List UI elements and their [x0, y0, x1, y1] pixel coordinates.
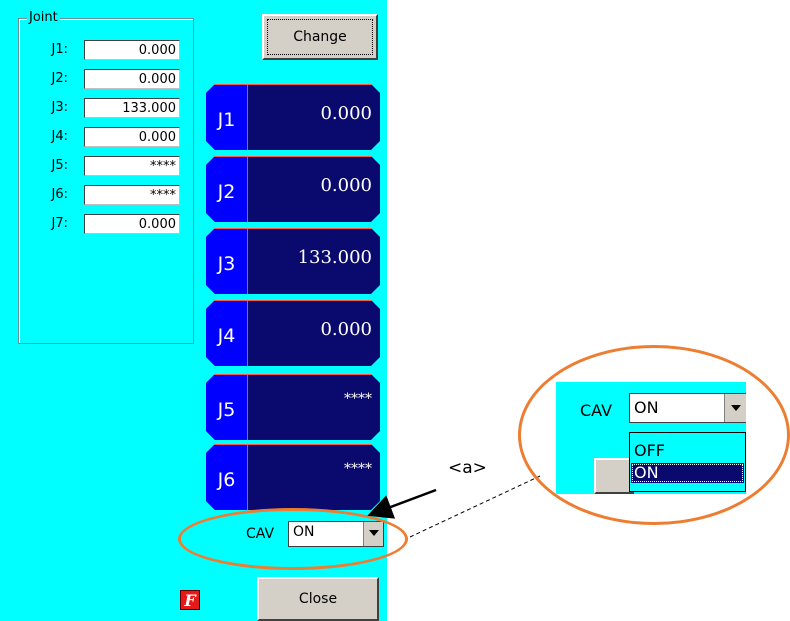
cav-zoom-view: CAV ON OFF ON [556, 382, 746, 494]
change-button[interactable]: Change [262, 14, 378, 60]
joint-button-tag: J5 [206, 375, 248, 440]
joint-row-j6: J6: **** [30, 185, 180, 207]
close-button[interactable]: Close [257, 577, 379, 621]
joint-row-label: J2: [51, 71, 69, 86]
joint-button-tag: J1 [206, 85, 248, 150]
joint-row-j2: J2: 0.000 [30, 69, 180, 91]
joint-button-j1[interactable]: J1 0.000 [206, 84, 380, 150]
joint-row-value[interactable]: **** [84, 185, 180, 205]
joint-button-value: **** [344, 391, 372, 407]
joint-button-j2[interactable]: J2 0.000 [206, 156, 380, 222]
cav-option-off[interactable]: OFF [631, 441, 744, 461]
joint-group-title: Joint [27, 10, 60, 26]
joint-row-value[interactable]: 0.000 [84, 40, 180, 60]
joint-button-value: 0.000 [320, 103, 372, 124]
joint-row-value[interactable]: **** [84, 156, 180, 176]
joint-button-value: 133.000 [297, 247, 372, 268]
chevron-down-icon[interactable] [724, 394, 746, 422]
cav-option-on[interactable]: ON [631, 463, 744, 483]
joint-row-label: J5: [51, 158, 69, 173]
joint-row-value[interactable]: 0.000 [84, 69, 180, 89]
joint-button-j6[interactable]: J6 **** [206, 444, 380, 510]
joint-row-j5: J5: **** [30, 156, 180, 178]
joint-row-label: J7: [51, 216, 69, 231]
joint-button-j5[interactable]: J5 **** [206, 374, 380, 440]
joint-button-value: 0.000 [320, 319, 372, 340]
joint-button-tag: J3 [206, 229, 248, 294]
joint-row-j4: J4: 0.000 [30, 127, 180, 149]
joint-row-label: J3: [51, 100, 69, 115]
joint-button-j4[interactable]: J4 0.000 [206, 300, 380, 366]
f-icon[interactable]: F [180, 590, 200, 610]
cav-dropdown-list: OFF ON [629, 432, 746, 492]
joint-row-value[interactable]: 0.000 [84, 214, 180, 234]
partial-button[interactable] [594, 458, 634, 494]
joint-button-j3[interactable]: J3 133.000 [206, 228, 380, 294]
joint-button-tag: J6 [206, 445, 248, 510]
joint-row-label: J6: [51, 187, 69, 202]
cav-select-value: ON [634, 398, 659, 417]
joint-row-j1: J1: 0.000 [30, 40, 180, 62]
cav-select[interactable]: ON [629, 393, 746, 423]
joint-button-tag: J4 [206, 301, 248, 366]
joint-row-label: J4: [51, 129, 69, 144]
joint-button-tag: J2 [206, 157, 248, 222]
joint-row-value[interactable]: 133.000 [84, 98, 180, 118]
callout-connector [409, 475, 541, 538]
joint-group: Joint [18, 10, 194, 344]
joint-button-value: **** [344, 461, 372, 477]
joint-row-j7: J7: 0.000 [30, 214, 180, 236]
joint-button-value: 0.000 [320, 175, 372, 196]
joint-row-value[interactable]: 0.000 [84, 127, 180, 147]
joint-row-label: J1: [51, 42, 69, 57]
callout-label: <a> [448, 458, 487, 478]
cav-label: CAV [580, 401, 613, 420]
highlight-ellipse-small [178, 508, 408, 570]
joint-row-j3: J3: 133.000 [30, 98, 180, 120]
